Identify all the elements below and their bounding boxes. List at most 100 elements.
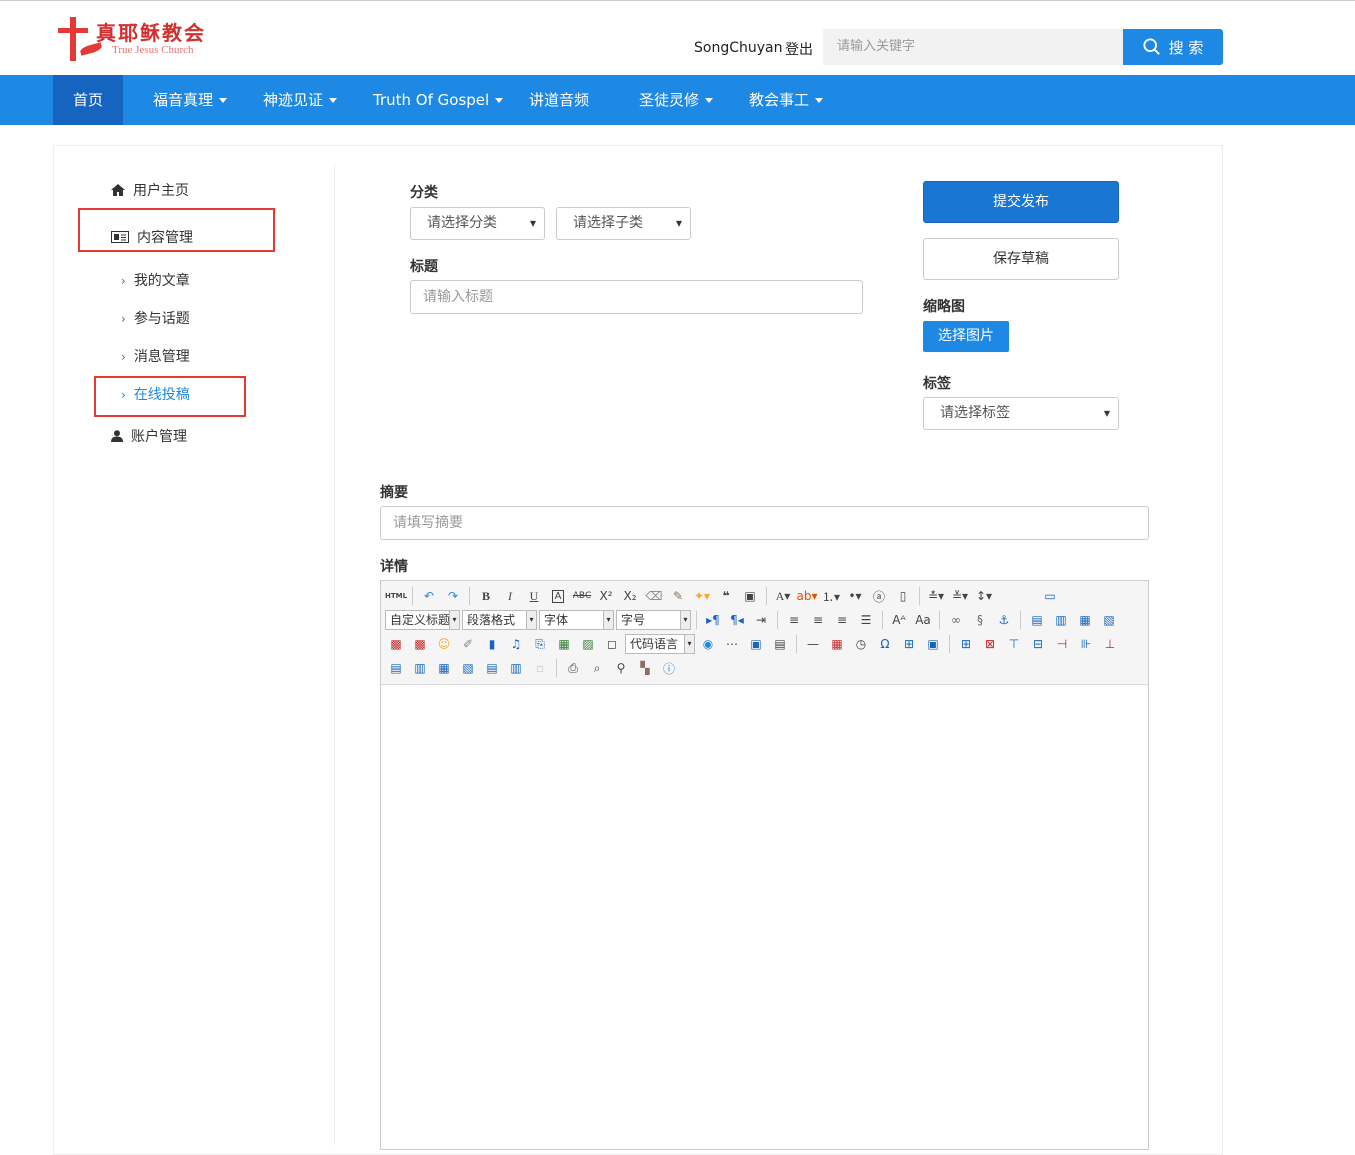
iframe-icon[interactable]: ◻	[601, 634, 623, 654]
site-logo[interactable]: 真耶稣教会 True Jesus Church	[58, 17, 218, 65]
sidebar-item-content[interactable]: 内容管理	[111, 227, 193, 247]
split-rows-icon[interactable]: ▤	[481, 658, 503, 678]
search-replace-icon[interactable]: ⚲	[610, 658, 632, 678]
insert-paragraph-before-table-icon[interactable]: ⊤	[1003, 634, 1025, 654]
insert-col-icon[interactable]: ⊪	[1075, 634, 1097, 654]
subcategory-select[interactable]: 请选择子类	[556, 207, 691, 240]
web-app-icon[interactable]: ◉	[697, 634, 719, 654]
unlink-icon[interactable]: §	[969, 610, 991, 630]
chart-icon[interactable]: ▫	[529, 658, 551, 678]
font-size-combo[interactable]: 字号	[616, 610, 691, 630]
horizontal-rule-icon[interactable]: —	[802, 634, 824, 654]
image-center-icon[interactable]: ▧	[1098, 610, 1120, 630]
special-char-icon[interactable]: Ω	[874, 634, 896, 654]
nav-church-ministry[interactable]: 教会事工	[749, 75, 824, 125]
nav-miracles[interactable]: 神迹见证	[263, 75, 338, 125]
template-icon[interactable]: ▣	[745, 634, 767, 654]
gmap-icon[interactable]: ▨	[577, 634, 599, 654]
nav-devotion[interactable]: 圣徒灵修	[639, 75, 714, 125]
html-source-button[interactable]: HTML	[385, 586, 407, 606]
eraser-icon[interactable]: ⌫	[643, 586, 665, 606]
editor-content-area[interactable]	[381, 685, 1148, 1149]
scrawl-icon[interactable]: ✐	[457, 634, 479, 654]
save-draft-button[interactable]: 保存草稿	[923, 238, 1119, 280]
background-icon[interactable]: ▤	[769, 634, 791, 654]
help-icon[interactable]: ⓘ	[658, 658, 680, 678]
draft-icon[interactable]: ▚	[634, 658, 656, 678]
underline-icon[interactable]: U	[523, 586, 545, 606]
anchor-icon[interactable]: ⚓	[993, 610, 1015, 630]
insert-table-icon[interactable]: ⊞	[955, 634, 977, 654]
merge-down-icon[interactable]: ▦	[433, 658, 455, 678]
date-icon[interactable]: ▦	[826, 634, 848, 654]
attachment-icon[interactable]: ⎘	[529, 634, 551, 654]
time-icon[interactable]: ◷	[850, 634, 872, 654]
image-none-icon[interactable]: ▤	[1026, 610, 1048, 630]
paste-text-icon[interactable]: ▣	[739, 586, 761, 606]
merge-right-icon[interactable]: ▥	[409, 658, 431, 678]
uppercase-icon[interactable]: Aᴬ	[888, 610, 910, 630]
highlight-color-icon[interactable]: ab▾	[796, 586, 818, 606]
title-input[interactable]: 请输入标题	[410, 280, 863, 314]
summary-input[interactable]: 请填写摘要	[380, 506, 1149, 540]
font-border-icon[interactable]: A	[547, 586, 569, 606]
sidebar-item-topics[interactable]: › 参与话题	[121, 308, 190, 328]
music-icon[interactable]: ♫	[505, 634, 527, 654]
italic-icon[interactable]: I	[499, 586, 521, 606]
map-icon[interactable]: ▦	[553, 634, 575, 654]
username-link[interactable]: SongChuyan	[694, 40, 782, 56]
ltr-icon[interactable]: ▸¶	[702, 610, 724, 630]
nav-sermon-audio[interactable]: 讲道音频	[529, 75, 589, 125]
search-input[interactable]: 请输入关键字	[823, 29, 1123, 65]
image-left-icon[interactable]: ▥	[1050, 610, 1072, 630]
font-family-combo[interactable]: 字体	[539, 610, 614, 630]
choose-image-button[interactable]: 选择图片	[923, 321, 1009, 352]
superscript-icon[interactable]: X²	[595, 586, 617, 606]
align-center-icon[interactable]: ≡	[807, 610, 829, 630]
sidebar-item-messages[interactable]: › 消息管理	[121, 346, 190, 366]
ordered-list-icon[interactable]: ⒈▾	[820, 586, 842, 606]
nav-home[interactable]: 首页	[53, 75, 124, 125]
subscript-icon[interactable]: X₂	[619, 586, 641, 606]
auto-format-icon[interactable]: ✦▾	[691, 586, 713, 606]
clear-doc-icon[interactable]: ▯	[892, 586, 914, 606]
fullscreen-icon[interactable]: ▭	[1039, 586, 1061, 606]
split-cells-icon[interactable]: ▧	[457, 658, 479, 678]
multi-image-icon[interactable]: ▩	[409, 634, 431, 654]
format-brush-icon[interactable]: ✎	[667, 586, 689, 606]
page-break-icon[interactable]: ⋯	[721, 634, 743, 654]
search-button[interactable]: 搜 索	[1123, 29, 1223, 65]
tags-select[interactable]: 请选择标签	[923, 397, 1119, 430]
submit-publish-button[interactable]: 提交发布	[923, 181, 1119, 223]
paragraph-format-combo[interactable]: 段落格式	[462, 610, 537, 630]
align-right-icon[interactable]: ≡	[831, 610, 853, 630]
row-spacing-bottom-icon[interactable]: ≚▾	[949, 586, 971, 606]
lowercase-icon[interactable]: Aa	[912, 610, 934, 630]
print-icon[interactable]: ⎙	[562, 658, 584, 678]
unordered-list-icon[interactable]: •▾	[844, 586, 866, 606]
sidebar-item-online-submit[interactable]: › 在线投稿	[121, 384, 190, 404]
snapscreen-icon[interactable]: ⊞	[898, 634, 920, 654]
insert-row-icon[interactable]: ⊟	[1027, 634, 1049, 654]
redo-icon[interactable]: ↷	[442, 586, 464, 606]
preview-icon[interactable]: ⌕	[586, 658, 608, 678]
font-color-icon[interactable]: A▾	[772, 586, 794, 606]
nav-gospel-truth[interactable]: 福音真理	[153, 75, 228, 125]
logout-link[interactable]: 登出	[785, 39, 813, 59]
sidebar-item-my-articles[interactable]: › 我的文章	[121, 270, 190, 290]
custom-title-combo[interactable]: 自定义标题	[385, 610, 460, 630]
emotion-icon[interactable]: ☺	[433, 634, 455, 654]
category-select[interactable]: 请选择分类	[410, 207, 545, 240]
indent-icon[interactable]: ⇥	[750, 610, 772, 630]
sidebar-item-user-home[interactable]: 用户主页	[111, 180, 189, 200]
select-all-icon[interactable]: ⓐ	[868, 586, 890, 606]
link-icon[interactable]: ∞	[945, 610, 967, 630]
strikethrough-icon[interactable]: ABC	[571, 586, 593, 606]
undo-icon[interactable]: ↶	[418, 586, 440, 606]
sidebar-item-account[interactable]: 账户管理	[111, 426, 187, 446]
bold-icon[interactable]: B	[475, 586, 497, 606]
image-right-icon[interactable]: ▦	[1074, 610, 1096, 630]
blockquote-icon[interactable]: ❝	[715, 586, 737, 606]
rtl-icon[interactable]: ¶◂	[726, 610, 748, 630]
delete-row-icon[interactable]: ⊣	[1051, 634, 1073, 654]
